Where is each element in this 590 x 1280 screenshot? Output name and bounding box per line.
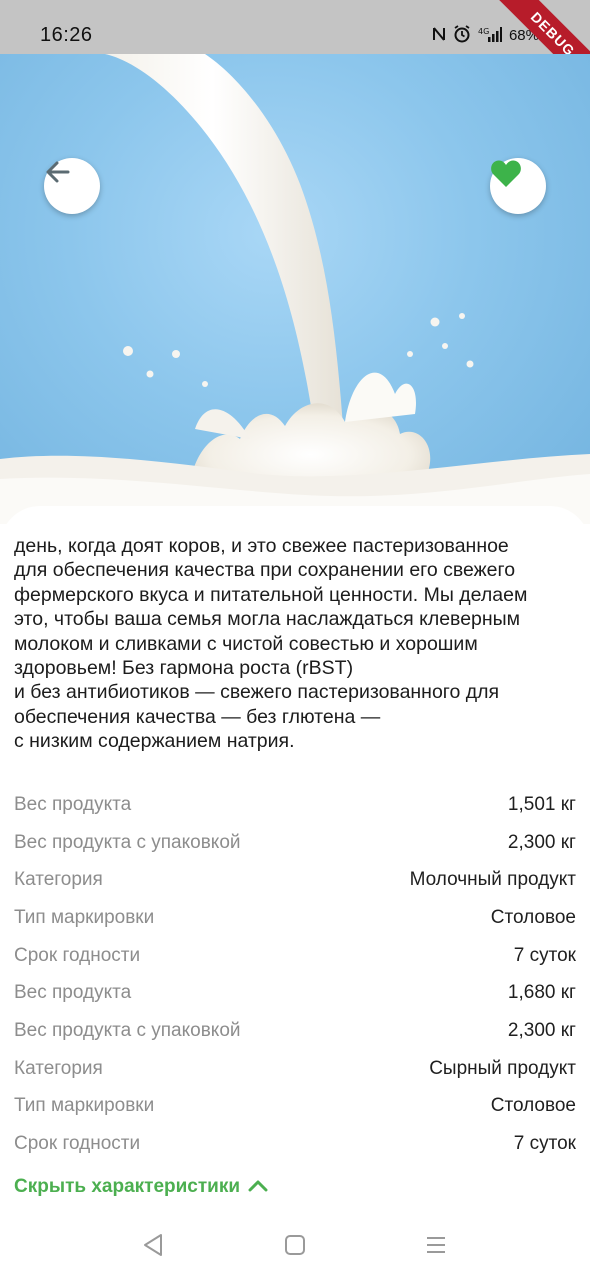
spec-row: Вес продукта с упаковкой 2,300 кг [14,1012,576,1050]
description-line: молоком и сливками с чистой совестью и х… [14,632,478,655]
nav-home-icon [284,1234,306,1261]
spec-label: Вес продукта [14,982,132,1004]
description-line: и без антибиотиков — свежего пастеризова… [14,681,500,704]
spec-label: Тип маркировки [14,906,155,928]
spec-row: Срок годности 7 суток [14,937,576,975]
spec-row: Категория Сырный продукт [14,1050,576,1088]
description-line: день, когда доят коров, и это свежее пас… [14,535,509,557]
status-time: 16:26 [40,24,93,46]
spec-row: Тип маркировки Столовое [14,1088,576,1126]
nav-menu-button[interactable] [419,1230,453,1264]
alarm-icon [453,25,471,46]
spec-value: Столовое [490,1095,576,1117]
description-line: это, чтобы ваша семья могла наслаждаться… [14,608,521,631]
product-specs-list: Вес продукта 1,501 кг Вес продукта с упа… [14,786,576,1163]
hide-specs-button[interactable]: Скрыть характеристики [14,1176,268,1198]
spec-label: Категория [14,869,103,891]
spec-label: Категория [14,1057,103,1079]
spec-label: Вес продукта с упаковкой [14,1019,241,1041]
spec-value: 7 суток [513,1133,576,1155]
description-line: здоровьем! Без гармона роста (rBST) [14,657,354,680]
spec-label: Вес продукта [14,793,132,815]
description-line: для обеспечения качества при сохранении … [14,559,516,582]
spec-row: Категория Молочный продукт [14,861,576,899]
spec-value: Столовое [490,906,576,928]
svg-text:4G: 4G [478,27,489,36]
system-navigation-bar [0,1210,590,1280]
product-description: день, когда доят коров, и это свежее пас… [14,534,579,754]
spec-value: 2,300 кг [507,1019,576,1041]
description-line: обеспечения качества — без глютена — [14,705,381,728]
product-hero-image [0,54,590,524]
spec-row: Тип маркировки Столовое [14,899,576,937]
nav-back-button[interactable] [136,1230,170,1264]
milk-splash-illustration [0,54,590,524]
spec-row: Срок годности 7 суток [14,1125,576,1163]
hide-specs-label: Скрыть характеристики [14,1176,241,1197]
nav-menu-icon [425,1235,447,1260]
spec-value: 1,501 кг [507,793,576,815]
nfc-icon [432,26,446,45]
description-line: фермерского вкуса и питательной ценности… [14,583,528,606]
back-button[interactable] [44,158,100,214]
spec-row: Вес продукта с упаковкой 2,300 кг [14,824,576,862]
nav-back-icon [142,1233,164,1262]
status-bar: 16:26 4G 68% DEBUG [0,0,590,105]
spec-label: Тип маркировки [14,1095,155,1117]
nav-home-button[interactable] [278,1230,312,1264]
favorite-button[interactable] [490,158,546,214]
spec-value: 2,300 кг [507,831,576,853]
spec-value: Сырный продукт [429,1057,576,1079]
chevron-up-icon [248,1176,268,1198]
spec-label: Срок годности [14,1133,141,1155]
spec-row: Вес продукта 1,680 кг [14,974,576,1012]
spec-value: 1,680 кг [507,982,576,1004]
description-line: с низким содержанием натрия. [14,730,295,753]
spec-value: 7 суток [513,944,576,966]
spec-label: Срок годности [14,944,141,966]
spec-label: Вес продукта с упаковкой [14,831,241,853]
spec-value: Молочный продукт [409,869,576,891]
spec-row: Вес продукта 1,501 кг [14,786,576,824]
signal-icon: 4G [478,26,502,45]
